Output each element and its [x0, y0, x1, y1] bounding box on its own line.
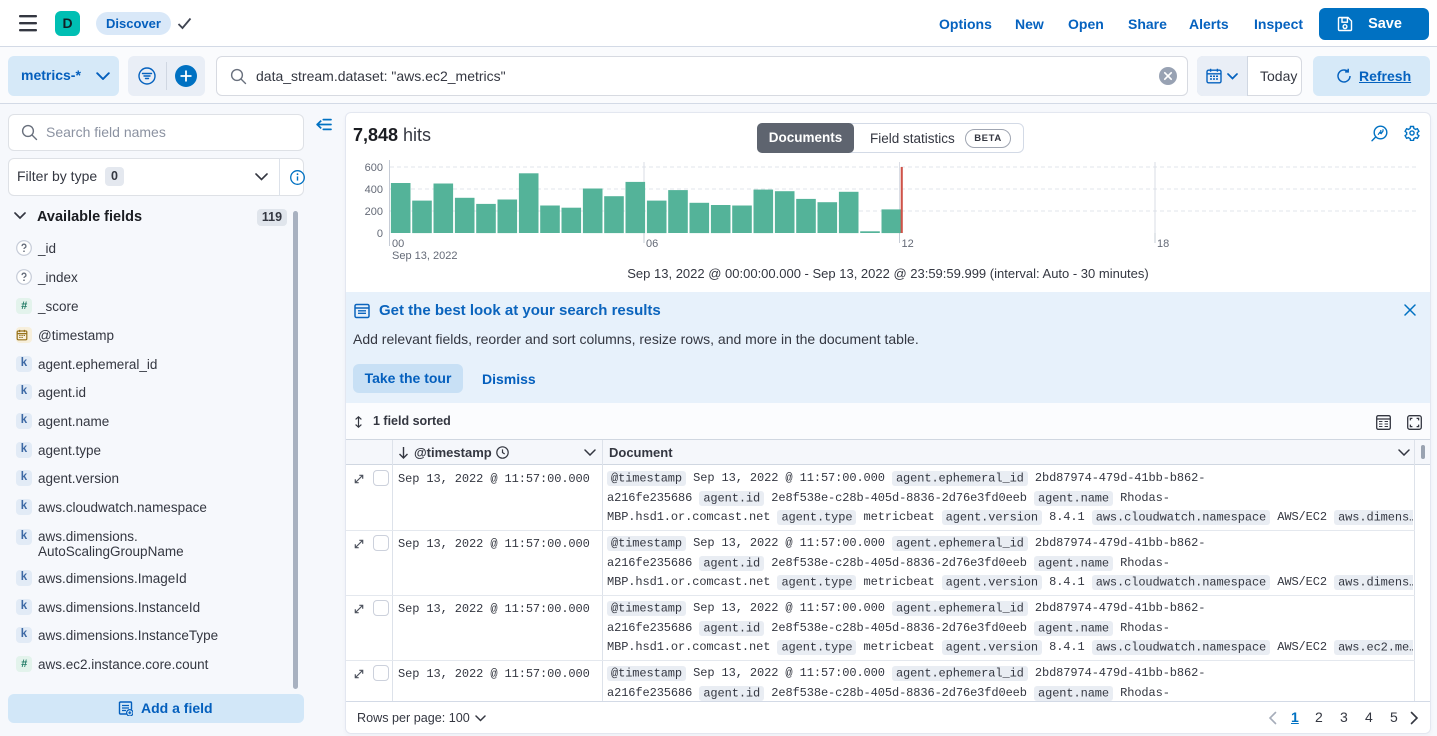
svg-text:Sep 13, 2022: Sep 13, 2022	[392, 250, 457, 262]
svg-text:0: 0	[377, 228, 383, 240]
svg-text:200: 200	[365, 206, 383, 218]
svg-text:06: 06	[646, 238, 658, 250]
svg-text:18: 18	[1157, 238, 1169, 250]
svg-text:400: 400	[365, 184, 383, 196]
svg-text:00: 00	[392, 238, 404, 250]
svg-text:600: 600	[365, 162, 383, 174]
svg-text:12: 12	[902, 238, 914, 250]
